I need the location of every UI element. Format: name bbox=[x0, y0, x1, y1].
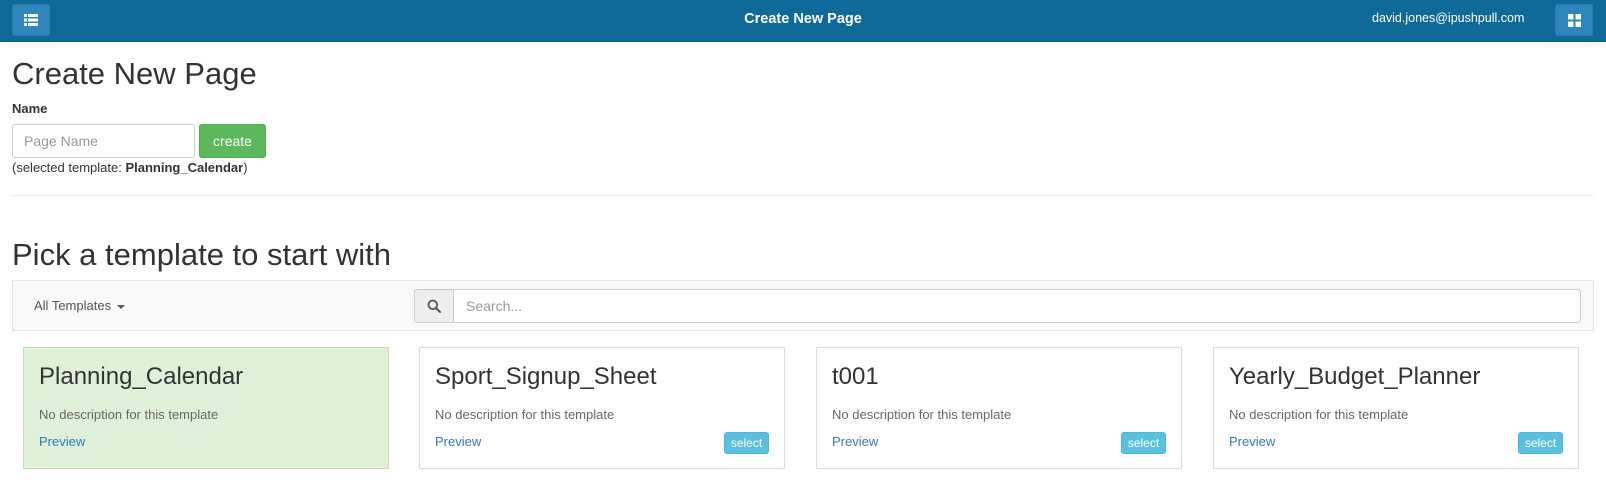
template-preview-link[interactable]: Preview bbox=[435, 434, 481, 449]
template-card-yearly-budget-planner[interactable]: Yearly_Budget_Planner No description for… bbox=[1213, 347, 1579, 469]
template-name: Sport_Signup_Sheet bbox=[435, 363, 657, 390]
template-select-button[interactable]: select bbox=[1121, 432, 1166, 454]
top-navbar: Create New Page david.jones@ipushpull.co… bbox=[0, 0, 1606, 42]
template-description: No description for this template bbox=[39, 407, 219, 422]
templates-filter-bar: All Templates bbox=[12, 280, 1594, 331]
page-title: Create New Page bbox=[12, 56, 257, 91]
page-name-input[interactable] bbox=[12, 124, 195, 158]
caret-down-icon bbox=[117, 304, 126, 309]
create-button[interactable]: create bbox=[199, 124, 266, 158]
search-icon bbox=[427, 299, 441, 313]
templates-heading: Pick a template to start with bbox=[12, 237, 392, 272]
template-select-button[interactable]: select bbox=[1518, 432, 1563, 454]
template-preview-link[interactable]: Preview bbox=[39, 434, 85, 449]
name-label: Name bbox=[12, 101, 48, 116]
template-description: No description for this template bbox=[435, 407, 615, 422]
apps-button[interactable] bbox=[1555, 4, 1593, 36]
selected-suffix: ) bbox=[243, 160, 248, 175]
template-filter-dropdown[interactable]: All Templates bbox=[34, 298, 126, 313]
template-filter-label: All Templates bbox=[34, 298, 112, 313]
navbar-title: Create New Page bbox=[744, 11, 862, 27]
template-select-button[interactable]: select bbox=[724, 432, 769, 454]
template-preview-link[interactable]: Preview bbox=[1229, 434, 1275, 449]
template-search-input[interactable] bbox=[453, 289, 1581, 323]
template-description: No description for this template bbox=[1229, 407, 1409, 422]
template-card-t001[interactable]: t001 No description for this template Pr… bbox=[816, 347, 1182, 469]
template-description: No description for this template bbox=[832, 407, 1012, 422]
template-name: t001 bbox=[832, 363, 879, 390]
selected-template-name: Planning_Calendar bbox=[125, 160, 244, 175]
template-name: Yearly_Budget_Planner bbox=[1229, 363, 1481, 390]
selected-template-note: (selected template: Planning_Calendar) bbox=[12, 160, 248, 175]
section-divider bbox=[12, 195, 1594, 196]
template-card-sport-signup-sheet[interactable]: Sport_Signup_Sheet No description for th… bbox=[419, 347, 785, 469]
selected-prefix: (selected template: bbox=[12, 160, 126, 175]
user-email[interactable]: david.jones@ipushpull.com bbox=[1372, 11, 1524, 25]
template-card-planning-calendar[interactable]: Planning_Calendar No description for thi… bbox=[23, 347, 389, 469]
template-name: Planning_Calendar bbox=[39, 363, 244, 390]
search-button[interactable] bbox=[414, 289, 454, 323]
template-preview-link[interactable]: Preview bbox=[832, 434, 878, 449]
grid-icon bbox=[1567, 13, 1581, 27]
